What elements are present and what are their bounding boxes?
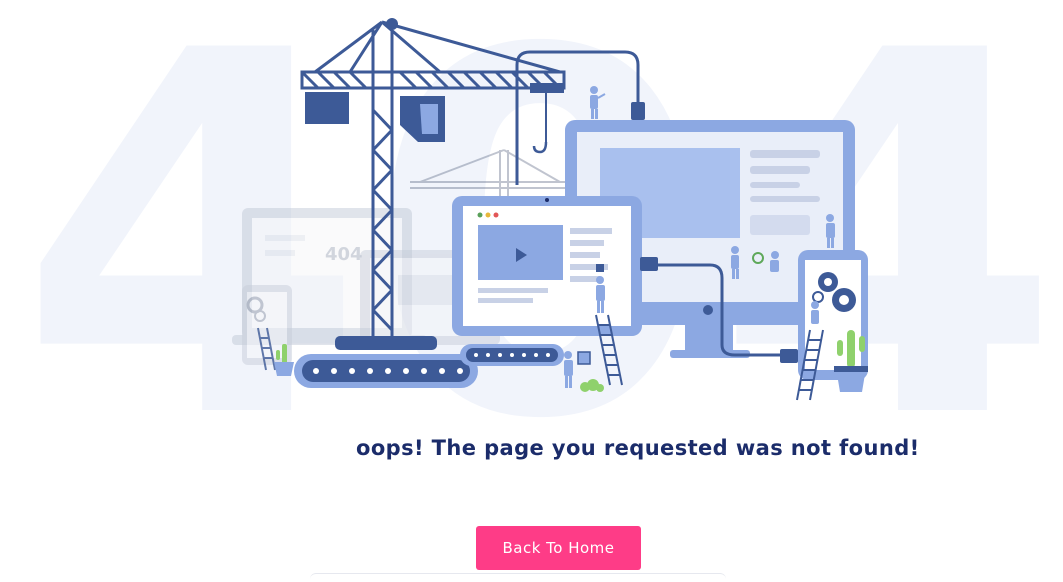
crane-base [335, 336, 437, 350]
crane-cabin [400, 96, 445, 142]
bush [580, 379, 604, 392]
conveyor-belt-large [294, 354, 478, 388]
crane-counterweight [305, 92, 349, 124]
construction-illustration: 404 [232, 18, 868, 401]
worker-top [590, 86, 606, 119]
tablet [452, 196, 642, 336]
back-to-home-button[interactable]: Back To Home [476, 526, 641, 570]
faded-404-label: 404 [325, 244, 363, 265]
conveyor-belt-small [460, 344, 564, 366]
crane-top [386, 18, 398, 30]
bottom-edge-divider [310, 573, 726, 582]
error-message: oops! The page you requested was not fou… [356, 436, 920, 460]
